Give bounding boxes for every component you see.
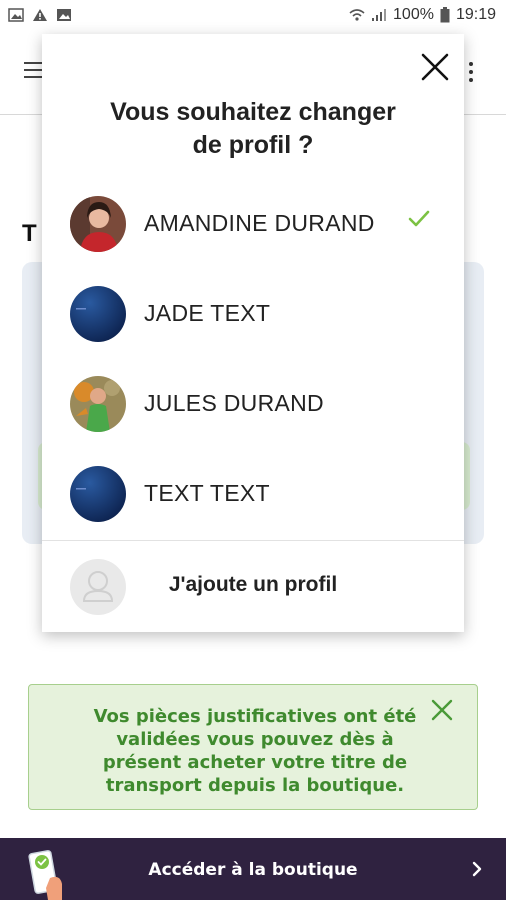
close-icon[interactable] [431,699,453,721]
status-bar: 100% 19:19 [0,0,506,34]
profile-item-jules-durand[interactable]: JULES DURAND [42,360,464,450]
shop-access-label: Accéder à la boutique [148,860,358,880]
avatar [70,466,126,522]
profile-item-jade-text[interactable]: JADE TEXT [42,270,464,360]
validation-notice: Vos pièces justificatives ont été validé… [28,684,478,810]
dialog-title: Vous souhaitez changer de profil ? [62,96,444,162]
notice-message: Vos pièces justificatives ont été validé… [93,706,417,796]
dialog-title-line1: Vous souhaitez changer [110,98,396,126]
battery-percentage: 100% [393,6,434,23]
profile-name: JULES DURAND [144,390,324,416]
image-icon [8,8,24,22]
notification-icons [8,8,72,22]
system-indicators: 100% 19:19 [349,6,496,24]
more-options-icon[interactable] [468,62,474,86]
chevron-right-icon [472,861,482,877]
menu-icon[interactable] [24,62,44,80]
profile-item-amandine-durand[interactable]: AMANDINE DURAND [42,180,464,270]
signal-icon [372,9,387,21]
profile-item-text-text[interactable]: TEXT TEXT [42,450,464,540]
avatar [70,286,126,342]
profile-name: AMANDINE DURAND [144,210,375,236]
dialog-title-line2: de profil ? [192,131,314,159]
profile-name: TEXT TEXT [144,480,270,506]
check-icon [408,210,430,227]
add-profile-label: J'ajoute un profil [168,573,338,596]
add-profile-button[interactable]: J'ajoute un profil [42,541,464,632]
profile-switcher-dialog: Vous souhaitez changer de profil ? AMAND… [42,34,464,632]
profile-name: JADE TEXT [144,300,271,326]
section-title: T [22,220,37,247]
battery-icon [440,7,450,23]
clock: 19:19 [455,6,496,23]
close-icon[interactable] [420,52,450,82]
gallery-icon [57,9,71,21]
avatar [70,376,126,432]
wifi-icon [349,9,365,21]
warning-icon [33,9,47,21]
shop-access-bar[interactable]: Accéder à la boutique [0,838,506,900]
avatar [70,196,126,252]
